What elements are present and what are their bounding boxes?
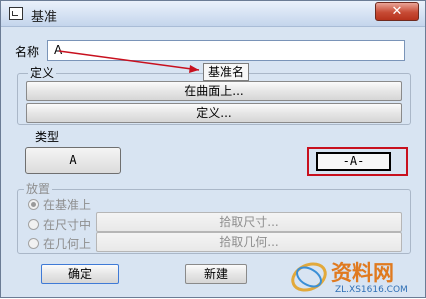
pick-geometry-button[interactable]: 拾取几何... bbox=[96, 232, 402, 252]
watermark-logo: 资料网 ZL.XS1616.COM bbox=[287, 255, 426, 299]
annotation-highlight-box: -A- bbox=[307, 147, 408, 176]
radio-in-dimension[interactable] bbox=[28, 219, 39, 230]
ok-button[interactable]: 确定 bbox=[41, 264, 119, 284]
pick-dimension-button[interactable]: 拾取尺寸... bbox=[96, 212, 402, 232]
define-group-label: 定义 bbox=[28, 66, 57, 80]
radio-in-dimension-label: 在尺寸中 bbox=[43, 218, 92, 232]
radio-on-datum-label: 在基准上 bbox=[43, 198, 92, 212]
define-button[interactable]: 定义... bbox=[26, 103, 402, 123]
watermark-url: ZL.XS1616.COM bbox=[335, 285, 408, 295]
type-group-label: 类型 bbox=[35, 130, 60, 144]
on-surface-button[interactable]: 在曲面上... bbox=[26, 81, 402, 101]
datum-dialog: 基准 ✕ 名称 A 定义 在曲面上... 定义... 基准名 类型 A -A- … bbox=[0, 0, 426, 298]
type-boxed-a-button[interactable]: -A- bbox=[316, 152, 391, 171]
radio-on-datum[interactable] bbox=[28, 199, 39, 210]
new-button[interactable]: 新建 bbox=[185, 264, 247, 284]
radio-on-geometry-label: 在几何上 bbox=[43, 237, 92, 251]
datum-name-tooltip: 基准名 bbox=[203, 63, 250, 81]
watermark-brand: 资料网 bbox=[331, 261, 394, 285]
type-a-button[interactable]: A bbox=[25, 147, 121, 174]
placement-group: 放置 在基准上 在尺寸中 拾取尺寸... 在几何上 拾取几何... bbox=[17, 182, 411, 254]
radio-on-geometry[interactable] bbox=[28, 238, 39, 249]
placement-group-label: 放置 bbox=[24, 182, 53, 196]
